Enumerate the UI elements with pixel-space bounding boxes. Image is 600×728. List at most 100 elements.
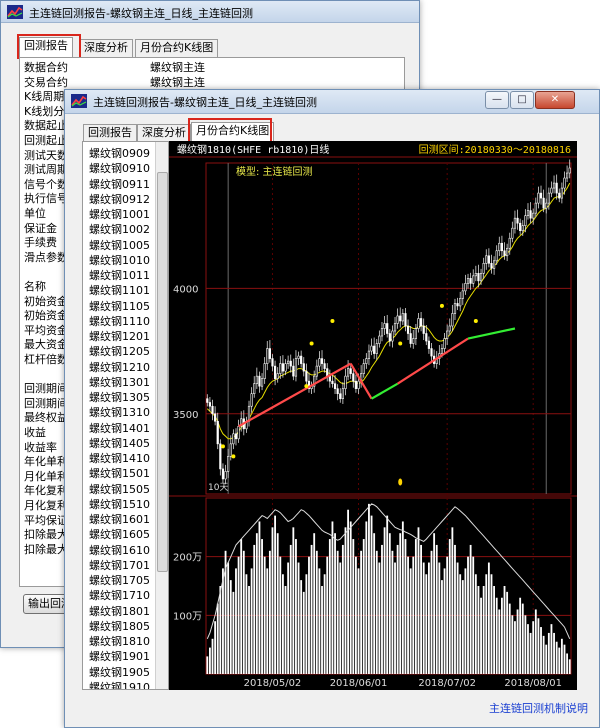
volume-bar (514, 621, 516, 674)
close-button[interactable]: ✕ (535, 91, 575, 109)
volume-bar (253, 544, 256, 674)
contract-item[interactable]: 螺纹钢1105 (89, 298, 150, 314)
candle-body (529, 210, 532, 219)
contract-item[interactable]: 螺纹钢1801 (89, 603, 150, 619)
price-tick-label: 3500 (173, 410, 198, 421)
candle-body (506, 247, 509, 257)
front-tab-report[interactable]: 回测报告 (83, 124, 137, 142)
candle-body (386, 323, 389, 334)
volume-bar (529, 632, 532, 674)
contract-item[interactable]: 螺纹钢1401 (89, 420, 150, 436)
candle-body (563, 177, 566, 189)
candle-body (336, 388, 339, 394)
candle-body (412, 338, 415, 344)
candle-body (211, 405, 214, 415)
contract-item[interactable]: 螺纹钢1310 (89, 404, 150, 420)
volume-bar (427, 562, 430, 674)
contract-item[interactable]: 螺纹钢1101 (89, 282, 150, 298)
contract-item[interactable]: 螺纹钢1505 (89, 481, 150, 497)
candle-body (492, 260, 496, 269)
volume-bar (237, 556, 240, 674)
candle-body (393, 323, 397, 332)
front-title-bar[interactable]: 主连链回测报告-螺纹钢主连_日线_主连链回测 — □ ✕ (65, 90, 599, 114)
contract-item[interactable]: 螺纹钢1001 (89, 206, 150, 222)
kline-chart: 螺纹钢1810(SHFE rb1810)日线 回测区间:20180330～2018… (169, 141, 577, 690)
contract-item[interactable]: 螺纹钢1901 (89, 648, 150, 664)
contract-item[interactable]: 螺纹钢1501 (89, 465, 150, 481)
contract-item[interactable]: 螺纹钢1005 (89, 237, 150, 253)
contract-item[interactable]: 螺纹钢0911 (89, 176, 150, 192)
volume-bar (414, 539, 417, 674)
volume-bar (268, 550, 271, 674)
front-tab-analysis[interactable]: 深度分析 (137, 124, 191, 142)
contract-list-scroll-thumb[interactable] (157, 172, 168, 572)
volume-bar (409, 568, 412, 674)
contract-item[interactable]: 螺纹钢1301 (89, 374, 150, 390)
report-label: 回测期间 (24, 382, 68, 396)
back-tab-report[interactable]: 回测报告 (19, 37, 73, 57)
volume-bar (511, 615, 514, 674)
price-tick-label: 4000 (173, 284, 198, 295)
candle-body (406, 325, 410, 334)
contract-item[interactable]: 螺纹钢1410 (89, 450, 150, 466)
contract-item[interactable]: 螺纹钢1201 (89, 328, 150, 344)
contract-item[interactable]: 螺纹钢0910 (89, 160, 150, 176)
candle-body (250, 393, 253, 407)
back-tab-analysis[interactable]: 深度分析 (79, 39, 133, 57)
contract-item[interactable]: 螺纹钢1610 (89, 542, 150, 558)
volume-bar (206, 656, 209, 674)
contract-item[interactable]: 螺纹钢1002 (89, 221, 150, 237)
contract-item[interactable]: 螺纹钢1601 (89, 511, 150, 527)
contract-item[interactable]: 螺纹钢1910 (89, 679, 150, 689)
app-icon (71, 94, 87, 108)
contract-item[interactable]: 螺纹钢1205 (89, 343, 150, 359)
contract-item[interactable]: 螺纹钢1510 (89, 496, 150, 512)
back-title-bar[interactable]: 主连链回测报告-螺纹钢主连_日线_主连链回测 (1, 1, 419, 23)
contract-item[interactable]: 螺纹钢1305 (89, 389, 150, 405)
volume-bar (500, 597, 503, 674)
contract-item[interactable]: 螺纹钢1605 (89, 526, 150, 542)
contract-item[interactable]: 螺纹钢1905 (89, 664, 150, 680)
contract-item[interactable]: 螺纹钢1110 (89, 313, 150, 329)
contract-item[interactable]: 螺纹钢1710 (89, 587, 150, 603)
candle-body (263, 363, 266, 379)
candle-body (232, 433, 235, 445)
contract-item[interactable]: 螺纹钢1405 (89, 435, 150, 451)
contract-item[interactable]: 螺纹钢1810 (89, 633, 150, 649)
volume-bar (563, 644, 566, 674)
volume-bar (266, 568, 269, 674)
report-label: 最大资金 (24, 338, 68, 352)
contract-item[interactable]: 螺纹钢0912 (89, 191, 150, 207)
volume-bar (347, 509, 350, 674)
report-label: 单位 (24, 207, 46, 220)
contract-item[interactable]: 螺纹钢1011 (89, 267, 150, 283)
candle-body (560, 187, 563, 199)
minimize-button[interactable]: — (485, 91, 509, 109)
report-label: 平均保证 (24, 513, 68, 527)
contract-list-scrollbar[interactable] (155, 142, 168, 689)
candle-body (224, 471, 227, 480)
contract-item[interactable]: 螺纹钢1701 (89, 557, 150, 573)
volume-bar (336, 550, 339, 674)
back-tab-kline[interactable]: 月份合约K线图 (135, 39, 219, 57)
signal-marker (473, 318, 478, 323)
volume-bar (388, 533, 391, 674)
contract-item[interactable]: 螺纹钢1705 (89, 572, 150, 588)
front-tab-kline[interactable]: 月份合约K线图 (191, 122, 275, 142)
candle-body (466, 278, 470, 284)
volume-bar (412, 556, 415, 674)
candle-body (503, 250, 506, 257)
candle-body (500, 242, 504, 252)
contract-item[interactable]: 螺纹钢1210 (89, 359, 150, 375)
contract-item[interactable]: 螺纹钢1010 (89, 252, 150, 268)
help-link[interactable]: 主连链回测机制说明 (489, 700, 588, 716)
date-tick-label: 2018/08/01 (504, 678, 562, 689)
candle-body (469, 278, 472, 284)
contract-item[interactable]: 螺纹钢0909 (89, 145, 150, 161)
contract-item[interactable]: 螺纹钢1805 (89, 618, 150, 634)
volume-bar (354, 556, 357, 674)
maximize-button[interactable]: □ (510, 91, 534, 109)
volume-bar (289, 544, 292, 674)
candle-body (383, 323, 386, 329)
volume-bar (532, 621, 535, 674)
